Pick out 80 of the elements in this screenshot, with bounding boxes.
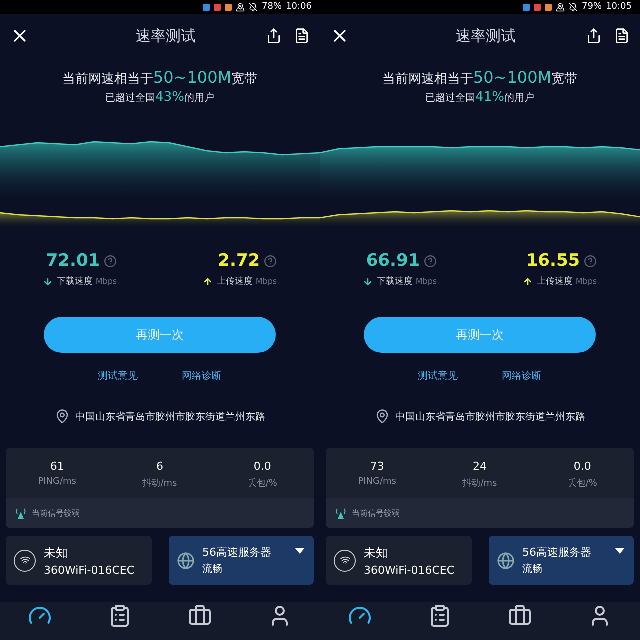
download-speed: 66.91 bbox=[366, 251, 420, 271]
download-arrow-icon bbox=[42, 276, 53, 286]
help-icon[interactable] bbox=[104, 254, 118, 268]
network-card[interactable]: 未知 360WiFi-016CEC bbox=[6, 536, 152, 585]
speed-label: 上传速度 Mbps bbox=[216, 276, 278, 288]
server-status: 流畅 bbox=[202, 562, 224, 576]
share-icon[interactable] bbox=[266, 28, 282, 44]
page-title: 速率测试 bbox=[135, 26, 197, 46]
help-icon[interactable] bbox=[584, 254, 598, 268]
speed-label: 下载速度 Mbps bbox=[56, 276, 118, 288]
signal-warning: 当前信号较弱 bbox=[352, 508, 400, 518]
text-link[interactable]: 测试意见 bbox=[418, 369, 458, 383]
download-arrow-icon bbox=[362, 276, 373, 286]
location-address: 中国山东省青岛市胶州市胶东街道兰州东路 bbox=[76, 410, 266, 424]
stat-label: 抖动/ms bbox=[142, 478, 178, 490]
ranking-text: 已超过全国41%的用户 bbox=[424, 90, 536, 105]
page-title: 速率测试 bbox=[455, 26, 517, 46]
help-icon[interactable] bbox=[424, 254, 438, 268]
stat-label: 抖动/ms bbox=[462, 478, 498, 490]
network-name: 未知 bbox=[364, 544, 389, 562]
clock: 10:06 bbox=[286, 2, 312, 12]
upload-speed: 16.55 bbox=[526, 251, 580, 271]
network-card[interactable]: 未知 360WiFi-016CEC bbox=[326, 536, 472, 585]
battery-level: 78% bbox=[262, 2, 282, 12]
ranking-text: 已超过全国43%的用户 bbox=[104, 90, 216, 105]
mute-icon bbox=[569, 2, 578, 12]
text-link[interactable]: 测试意见 bbox=[98, 369, 138, 383]
tools-tab-icon[interactable] bbox=[188, 604, 212, 628]
tools-tab-icon[interactable] bbox=[508, 604, 532, 628]
text-link[interactable]: 网络诊断 bbox=[502, 369, 542, 383]
globe-icon bbox=[496, 552, 514, 570]
upload-arrow-icon bbox=[522, 276, 533, 286]
stat-value: 73 bbox=[370, 460, 384, 473]
network-ssid: 360WiFi-016CEC bbox=[44, 564, 135, 576]
server-card[interactable]: 56高速服务器 流畅 bbox=[168, 536, 314, 585]
signal-tower-icon bbox=[336, 508, 346, 518]
speed-label: 上传速度 Mbps bbox=[536, 276, 598, 288]
document-icon[interactable] bbox=[294, 28, 310, 44]
upload-arrow-icon bbox=[202, 276, 213, 286]
server-name: 56高速服务器 bbox=[202, 545, 272, 560]
help-icon[interactable] bbox=[264, 254, 278, 268]
signal-tower-icon bbox=[16, 508, 26, 518]
battery-level: 79% bbox=[582, 2, 602, 12]
server-status: 流畅 bbox=[522, 562, 544, 576]
location-icon bbox=[236, 2, 246, 12]
server-name: 56高速服务器 bbox=[522, 545, 592, 560]
stat-value: 0.0 bbox=[574, 460, 592, 473]
globe-icon bbox=[176, 552, 194, 570]
speed-label: 下载速度 Mbps bbox=[376, 276, 438, 288]
signal-warning: 当前信号较弱 bbox=[32, 508, 80, 518]
wifi-icon bbox=[14, 550, 36, 572]
share-icon[interactable] bbox=[586, 28, 602, 44]
stat-label: PING/ms bbox=[38, 477, 76, 487]
mute-icon bbox=[249, 2, 258, 12]
text-link[interactable]: 网络诊断 bbox=[182, 369, 222, 383]
location-pin-icon bbox=[374, 409, 390, 424]
stat-label: 丢包/% bbox=[248, 478, 278, 490]
network-ssid: 360WiFi-016CEC bbox=[364, 564, 455, 576]
network-name: 未知 bbox=[44, 544, 69, 562]
stat-value: 61 bbox=[50, 460, 64, 473]
location-pin-icon bbox=[54, 409, 70, 424]
history-tab-icon[interactable] bbox=[108, 604, 132, 628]
document-icon[interactable] bbox=[614, 28, 630, 44]
server-card[interactable]: 56高速服务器 流畅 bbox=[488, 536, 634, 585]
stat-value: 24 bbox=[472, 460, 487, 473]
dropdown-caret-icon bbox=[615, 548, 625, 554]
clock: 10:05 bbox=[606, 2, 632, 12]
history-tab-icon[interactable] bbox=[428, 604, 452, 628]
stat-value: 0.0 bbox=[254, 460, 272, 473]
speed-headline: 当前网速相当于50~100M宽带 bbox=[381, 68, 579, 88]
stat-label: 丢包/% bbox=[568, 478, 598, 490]
wifi-icon bbox=[334, 550, 356, 572]
speed-headline: 当前网速相当于50~100M宽带 bbox=[61, 68, 259, 88]
location-icon bbox=[556, 2, 566, 12]
stat-label: PING/ms bbox=[358, 477, 396, 487]
stat-value: 6 bbox=[156, 460, 164, 473]
dropdown-caret-icon bbox=[295, 548, 305, 554]
location-address: 中国山东省青岛市胶州市胶东街道兰州东路 bbox=[396, 410, 586, 424]
upload-speed: 2.72 bbox=[218, 251, 260, 271]
download-speed: 72.01 bbox=[46, 251, 100, 271]
